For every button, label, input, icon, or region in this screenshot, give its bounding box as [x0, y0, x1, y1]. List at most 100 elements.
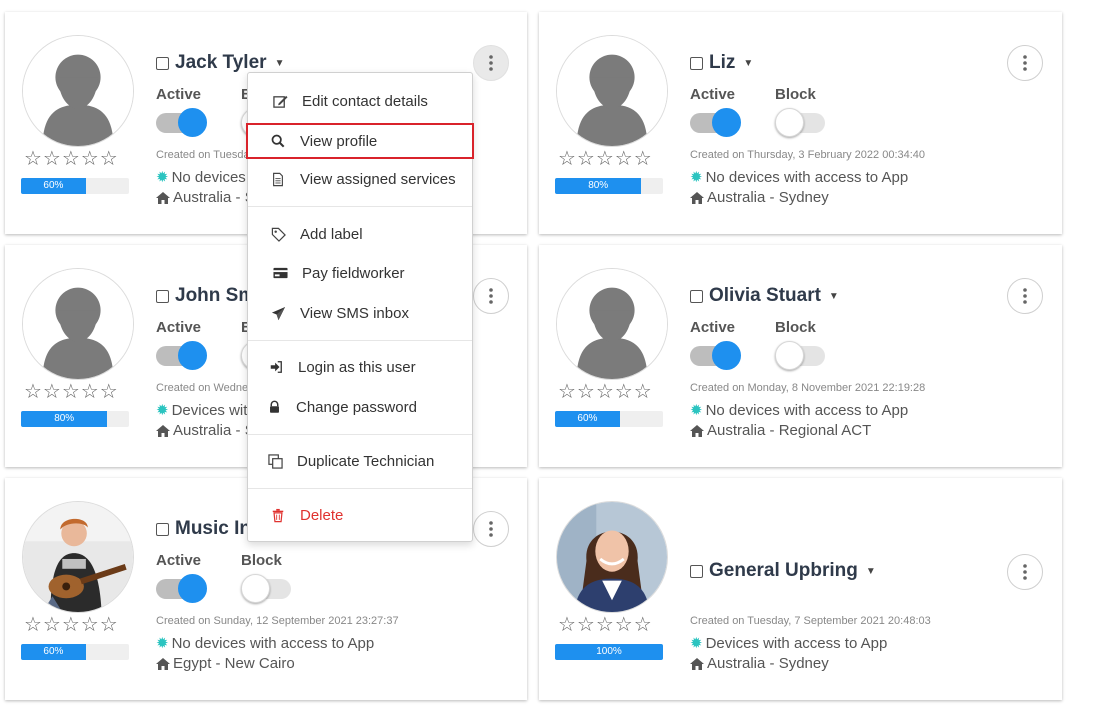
- menu-item-change-password[interactable]: Change password: [248, 391, 472, 423]
- menu-item-label: Change password: [296, 398, 417, 416]
- menu-item-view-profile[interactable]: View profile: [246, 123, 474, 159]
- technician-card: ☆☆☆☆☆ 60% Olivia Stuart ▼ Active Block C…: [539, 245, 1062, 467]
- created-date: Created on Tuesday, 7 September 2021 20:…: [690, 615, 931, 627]
- menu-item-label: View SMS inbox: [300, 304, 409, 322]
- avatar[interactable]: [22, 268, 134, 380]
- menu-item-login-as-user[interactable]: Login as this user: [248, 351, 472, 383]
- select-checkbox[interactable]: [690, 289, 703, 303]
- avatar[interactable]: [556, 501, 668, 613]
- caret-down-icon[interactable]: ▼: [743, 58, 753, 69]
- avatar[interactable]: [556, 268, 668, 380]
- active-label: Active: [156, 86, 202, 103]
- active-toggle[interactable]: [690, 341, 741, 370]
- name-row: Jack Tyler ▼: [156, 52, 284, 74]
- menu-item-label: View assigned services: [300, 170, 456, 188]
- menu-item-duplicate[interactable]: Duplicate Technician: [248, 445, 472, 477]
- block-toggle[interactable]: [775, 341, 825, 370]
- more-options-button[interactable]: [1007, 554, 1043, 590]
- profile-progress: 60%: [555, 411, 663, 427]
- active-label: Active: [156, 552, 202, 569]
- created-date: Created on Monday, 8 November 2021 22:19…: [690, 382, 926, 394]
- avatar[interactable]: [556, 35, 668, 147]
- avatar[interactable]: [22, 35, 134, 147]
- menu-item-edit-contact[interactable]: Edit contact details: [248, 85, 472, 117]
- rating-stars[interactable]: ☆☆☆☆☆: [558, 149, 653, 169]
- profile-progress: 80%: [21, 411, 129, 427]
- created-date: Created on Thursday, 3 February 2022 00:…: [690, 149, 926, 161]
- home-icon: [690, 657, 704, 670]
- active-toggle[interactable]: [156, 108, 207, 137]
- gear-icon: ✹: [690, 402, 703, 419]
- menu-item-add-label[interactable]: Add label: [248, 218, 472, 250]
- technician-name[interactable]: Liz: [709, 52, 735, 74]
- kebab-icon: [1023, 564, 1027, 580]
- technician-name[interactable]: General Upbring: [709, 560, 858, 582]
- more-options-button[interactable]: [473, 511, 509, 547]
- menu-item-delete[interactable]: Delete: [248, 499, 472, 531]
- profile-progress: 60%: [21, 178, 129, 194]
- location: Australia - Sydney: [690, 655, 829, 672]
- avatar-silhouette-icon: [23, 36, 133, 146]
- edit-icon: [272, 93, 288, 109]
- credit-card-icon: [272, 265, 288, 281]
- profile-progress: 60%: [21, 644, 129, 660]
- document-icon: [270, 171, 286, 187]
- caret-down-icon[interactable]: ▼: [275, 58, 285, 69]
- active-label: Active: [690, 319, 736, 336]
- select-checkbox[interactable]: [690, 56, 703, 70]
- rating-stars[interactable]: ☆☆☆☆☆: [24, 382, 119, 402]
- caret-down-icon[interactable]: ▼: [829, 291, 839, 302]
- technician-name[interactable]: Jack Tyler: [175, 52, 267, 74]
- avatar[interactable]: [22, 501, 134, 613]
- gear-icon: ✹: [690, 635, 703, 652]
- kebab-icon: [489, 288, 493, 304]
- kebab-icon: [1023, 55, 1027, 71]
- active-label: Active: [690, 86, 736, 103]
- technician-name[interactable]: Olivia Stuart: [709, 285, 821, 307]
- menu-divider: [248, 488, 472, 489]
- trash-icon: [270, 507, 286, 523]
- progress-label: 80%: [555, 178, 642, 194]
- technician-card: ☆☆☆☆☆ 100% General Upbring ▼ Created on …: [539, 478, 1062, 700]
- caret-down-icon[interactable]: ▼: [866, 566, 876, 577]
- rating-stars[interactable]: ☆☆☆☆☆: [24, 149, 119, 169]
- select-checkbox[interactable]: [156, 289, 169, 303]
- avatar-silhouette-icon: [557, 36, 667, 146]
- select-checkbox[interactable]: [690, 564, 703, 578]
- gear-icon: ✹: [156, 635, 169, 652]
- menu-item-label: Add label: [300, 225, 363, 243]
- menu-item-label: Delete: [300, 506, 344, 524]
- progress-label: 80%: [21, 411, 108, 427]
- block-label: Block: [775, 86, 816, 103]
- woman-photo-icon: [557, 502, 667, 612]
- select-checkbox[interactable]: [156, 522, 169, 536]
- active-toggle[interactable]: [156, 341, 207, 370]
- rating-stars[interactable]: ☆☆☆☆☆: [558, 615, 653, 635]
- select-checkbox[interactable]: [156, 56, 169, 70]
- location: Egypt - New Cairo: [156, 655, 295, 672]
- active-toggle[interactable]: [156, 574, 207, 603]
- more-options-button[interactable]: [473, 278, 509, 314]
- home-icon: [690, 191, 704, 204]
- name-row: Olivia Stuart ▼: [690, 285, 839, 307]
- devices-status: ✹No devices with access to App: [690, 401, 909, 420]
- block-toggle[interactable]: [775, 108, 825, 137]
- active-label: Active: [156, 319, 202, 336]
- rating-stars[interactable]: ☆☆☆☆☆: [558, 382, 653, 402]
- rating-stars[interactable]: ☆☆☆☆☆: [24, 615, 119, 635]
- menu-item-sms-inbox[interactable]: View SMS inbox: [248, 297, 472, 329]
- more-options-button[interactable]: [1007, 278, 1043, 314]
- menu-item-pay-fieldworker[interactable]: Pay fieldworker: [248, 257, 472, 289]
- menu-item-label: Duplicate Technician: [297, 452, 435, 470]
- devices-status: ✹No devices with access to App: [690, 168, 909, 187]
- more-options-button[interactable]: [473, 45, 509, 81]
- progress-label: 60%: [21, 178, 86, 194]
- menu-item-label: View profile: [300, 132, 378, 150]
- more-options-button[interactable]: [1007, 45, 1043, 81]
- progress-label: 60%: [555, 411, 620, 427]
- kebab-icon: [489, 55, 493, 71]
- active-toggle[interactable]: [690, 108, 741, 137]
- menu-divider: [248, 206, 472, 207]
- block-toggle[interactable]: [241, 574, 291, 603]
- menu-item-view-services[interactable]: View assigned services: [248, 163, 472, 195]
